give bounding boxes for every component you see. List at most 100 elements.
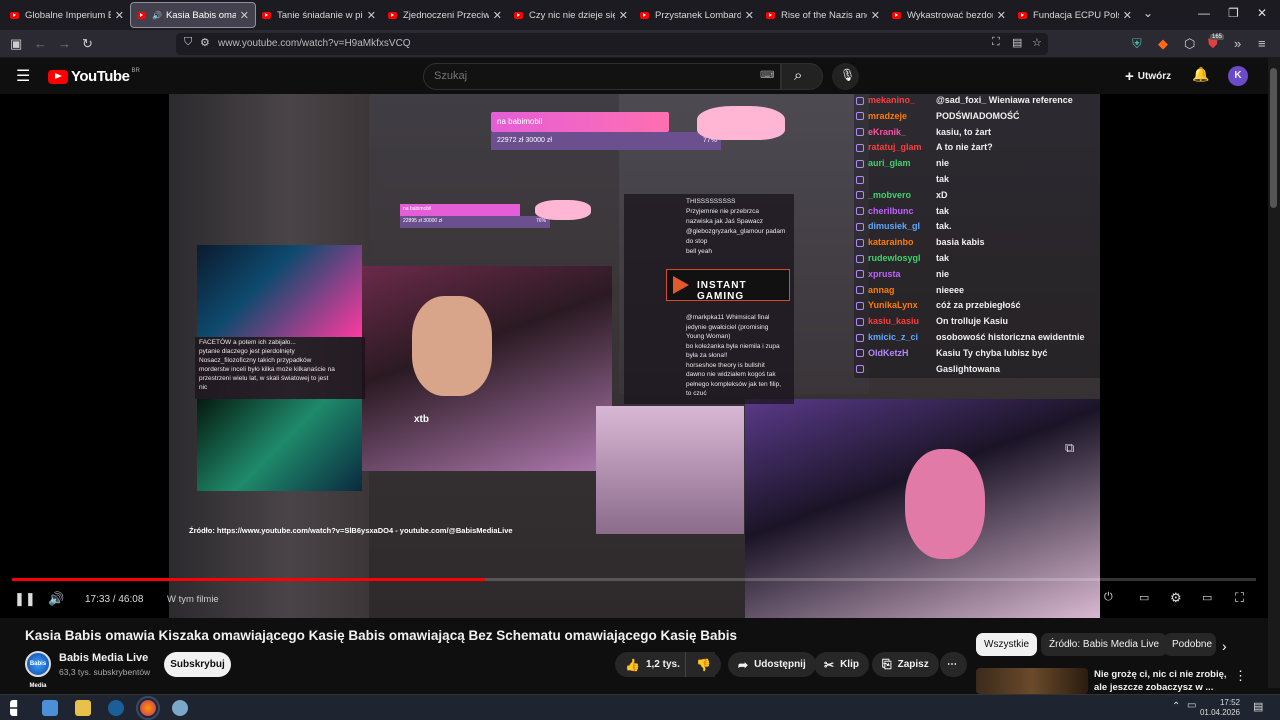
- more-actions-button[interactable]: ⋯: [940, 652, 967, 677]
- vpn-extension-icon[interactable]: ⛨: [1132, 36, 1142, 52]
- recommended-more-icon[interactable]: ⋮: [1234, 668, 1247, 684]
- logo-text: YouTube: [71, 68, 130, 85]
- channel-name[interactable]: Babis Media Live: [59, 652, 148, 664]
- screenshot-icon[interactable]: ⛶: [992, 36, 1000, 49]
- menu-icon[interactable]: ≡: [1258, 36, 1266, 51]
- filter-chip[interactable]: Źródło: Babis Media Live: [1041, 633, 1168, 656]
- firefox-icon[interactable]: [136, 696, 160, 720]
- fullscreen-icon[interactable]: ⛶: [1235, 590, 1244, 606]
- restore-icon[interactable]: ❐: [1228, 6, 1239, 20]
- voice-search-button[interactable]: 🎙: [832, 63, 859, 90]
- tab-audio-icon[interactable]: 🔊: [152, 11, 162, 20]
- site-info-icon[interactable]: ⚙: [200, 36, 210, 49]
- network-icon[interactable]: ▭: [1187, 700, 1196, 711]
- taskbar-clock[interactable]: 17:52 01.04.2026: [1200, 698, 1240, 718]
- steam-icon[interactable]: [108, 700, 124, 716]
- mid-chat-message: bell yeah: [686, 248, 713, 255]
- browser-tab[interactable]: Przystanek Lombard - Os ✕: [634, 2, 760, 28]
- reader-view-icon[interactable]: ▤: [1012, 36, 1022, 49]
- browser-tab[interactable]: Czy nic nie dzieje się prz ✕: [508, 2, 634, 28]
- sidebar-toggle-icon[interactable]: ▣: [10, 36, 22, 52]
- search-button[interactable]: ⌕: [781, 63, 823, 90]
- settings-gear-icon[interactable]: ⚙: [1170, 590, 1182, 606]
- pause-icon[interactable]: ❚❚: [14, 591, 36, 607]
- tab-label: Zjednoczeni Przeciw Ras: [403, 9, 489, 21]
- tab-list-dropdown-icon[interactable]: ⌄: [1143, 6, 1153, 20]
- browser-tab[interactable]: Rise of the Nazis and Ad ✕: [760, 2, 886, 28]
- miniplayer-icon[interactable]: ⧉: [1065, 440, 1074, 456]
- tab-close-icon[interactable]: ✕: [745, 9, 754, 22]
- create-button[interactable]: + Utwórz: [1115, 64, 1181, 88]
- notifications-bell-icon[interactable]: 🔔: [1192, 66, 1209, 83]
- sponsor-banner: INSTANT GAMING: [666, 269, 790, 302]
- filter-chip[interactable]: Podobne: [1164, 633, 1216, 656]
- minimize-icon[interactable]: —: [1198, 6, 1210, 20]
- scrollbar-thumb[interactable]: [1270, 68, 1277, 208]
- page-scrollbar[interactable]: [1268, 58, 1280, 688]
- subtitles-icon[interactable]: ▭: [1139, 591, 1149, 604]
- webcam-guest-large: [745, 399, 1100, 618]
- dislike-button[interactable]: 👎: [685, 652, 721, 677]
- browser-tab-strip: Globalne Imperium Bezk✕🔊Kasia Babis omaw…: [0, 0, 1280, 30]
- youtube-logo[interactable]: YouTube BR: [48, 68, 140, 85]
- tab-close-icon[interactable]: ✕: [871, 9, 880, 22]
- tray-chevron-icon[interactable]: ⌃: [1172, 701, 1180, 712]
- mid-chat-message: @glebozgryzarka_glamour padam: [686, 228, 786, 235]
- tab-close-icon[interactable]: ✕: [240, 9, 249, 22]
- account-avatar[interactable]: K: [1228, 66, 1248, 86]
- browser-tab[interactable]: Globalne Imperium Bezk ✕: [4, 2, 130, 28]
- tab-close-icon[interactable]: ✕: [997, 9, 1006, 22]
- close-window-icon[interactable]: ✕: [1257, 6, 1267, 20]
- bookmark-icon: ⎘: [882, 657, 892, 671]
- tab-close-icon[interactable]: ✕: [115, 9, 124, 22]
- time-display: 17:33 / 46:08: [85, 594, 144, 605]
- theater-mode-icon[interactable]: ▭: [1202, 591, 1212, 604]
- shield-icon[interactable]: ⛉: [184, 36, 192, 49]
- hamburger-menu-icon[interactable]: ☰: [16, 66, 30, 86]
- browser-tab[interactable]: 🔊Kasia Babis omawia K ✕: [130, 2, 256, 28]
- browser-tab[interactable]: Zjednoczeni Przeciw Ras ✕: [382, 2, 508, 28]
- channel-avatar[interactable]: Babis Media: [25, 651, 51, 689]
- chips-next-chevron-icon[interactable]: ›: [1222, 638, 1227, 654]
- url-text[interactable]: www.youtube.com/watch?v=H9aMkfxsVCQ: [218, 38, 411, 49]
- keyboard-icon[interactable]: ⌨: [760, 70, 774, 81]
- app-icon-misc[interactable]: [172, 700, 188, 716]
- reload-icon[interactable]: ↻: [82, 36, 93, 52]
- overflow-chevron-icon[interactable]: »: [1234, 36, 1241, 51]
- video-frame[interactable]: na babimobil 22972 zł 30000 zł 77% na ba…: [169, 94, 1100, 618]
- pink-car-image: [697, 106, 785, 140]
- browser-tab[interactable]: Tanie śniadanie w piekar ✕: [256, 2, 382, 28]
- back-icon[interactable]: ←: [34, 36, 47, 51]
- recommended-video-thumbnail[interactable]: [976, 668, 1088, 694]
- share-button[interactable]: ➦ Udostępnij: [728, 652, 816, 677]
- bookmark-star-icon[interactable]: ☆: [1032, 36, 1042, 49]
- clip-button[interactable]: ✂ Klip: [814, 652, 869, 677]
- browser-tab[interactable]: Wykastrować bezdomno ✕: [886, 2, 1012, 28]
- extensions-icon[interactable]: ⬡: [1184, 36, 1195, 52]
- tab-close-icon[interactable]: ✕: [1123, 9, 1132, 22]
- video-player[interactable]: na babimobil 22972 zł 30000 zł 77% na ba…: [0, 94, 1268, 618]
- filter-chip[interactable]: Wszystkie: [976, 633, 1037, 656]
- chat-line: annag nieeee: [856, 285, 964, 295]
- progress-bar[interactable]: [12, 578, 1256, 581]
- tab-close-icon[interactable]: ✕: [493, 9, 502, 22]
- address-bar[interactable]: ⛉ ⚙ www.youtube.com/watch?v=H9aMkfxsVCQ …: [176, 33, 1048, 55]
- volume-icon[interactable]: 🔊: [48, 591, 64, 607]
- chat-message: Kasiu Ty chyba lubisz być: [936, 347, 1048, 358]
- browser-tab[interactable]: Fundacja ECPU Polska: k ✕: [1012, 2, 1138, 28]
- chapter-label[interactable]: W tym filmie: [167, 594, 219, 605]
- file-explorer-icon[interactable]: [75, 700, 91, 716]
- autoplay-toggle-icon[interactable]: ⏻: [1104, 591, 1113, 604]
- search-input[interactable]: [434, 70, 734, 82]
- windows-start-icon[interactable]: [10, 700, 18, 716]
- tab-close-icon[interactable]: ✕: [367, 9, 376, 22]
- app-icon-monitor[interactable]: [42, 700, 58, 716]
- notification-center-icon[interactable]: ▤: [1253, 700, 1263, 713]
- tab-close-icon[interactable]: ✕: [619, 9, 628, 22]
- forward-icon[interactable]: →: [58, 36, 71, 51]
- recommended-video-title[interactable]: Nie grożę ci, nic ci nie zrobię, ale jes…: [1094, 668, 1234, 694]
- search-box[interactable]: ⌨: [423, 63, 781, 90]
- subscribe-button[interactable]: Subskrybuj: [164, 652, 231, 677]
- fox-extension-icon[interactable]: ◆: [1158, 36, 1168, 52]
- save-button[interactable]: ⎘ Zapisz: [872, 652, 939, 677]
